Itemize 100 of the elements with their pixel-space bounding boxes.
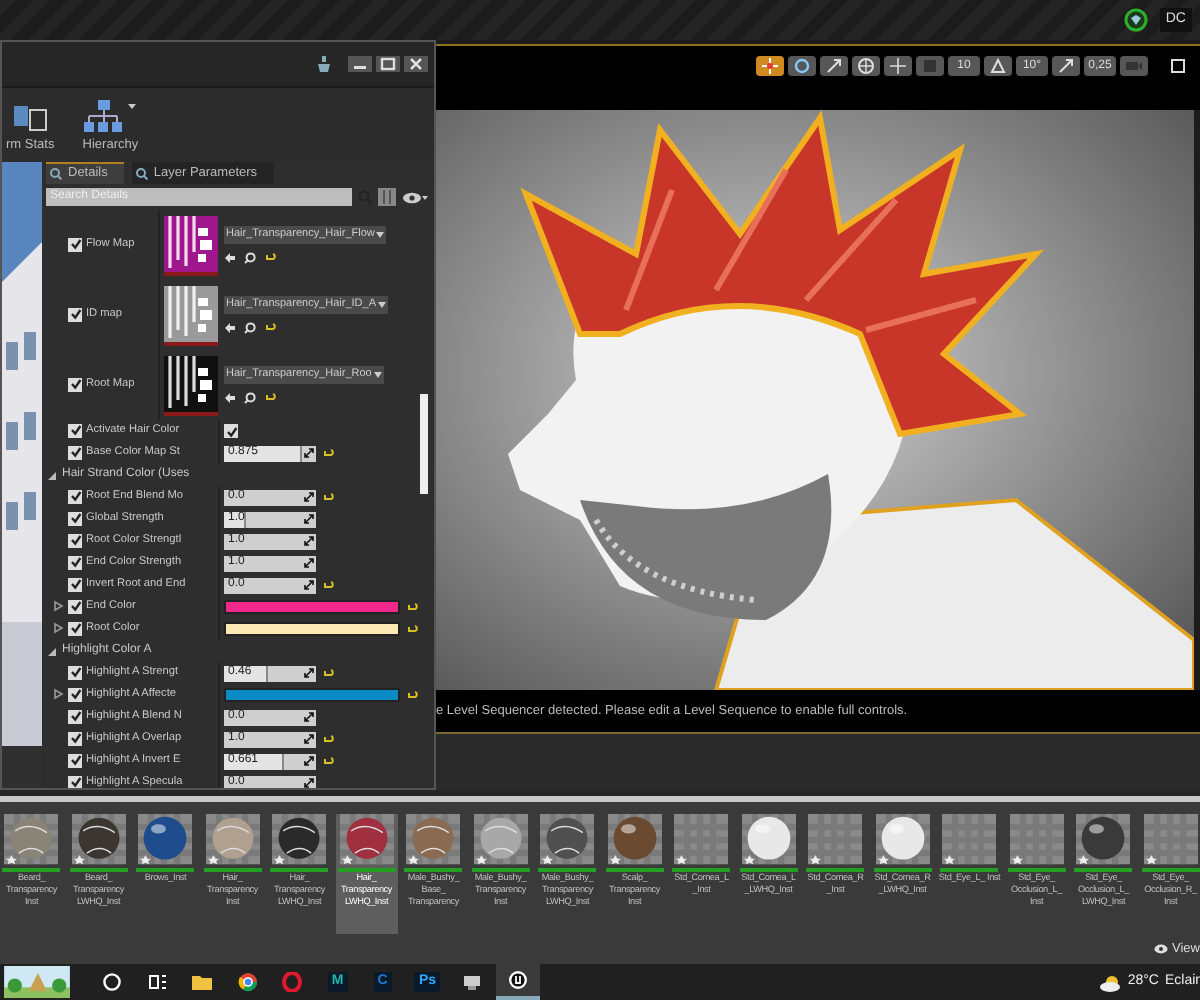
ring-icon	[282, 972, 303, 992]
drag-handle-icon[interactable]	[304, 491, 314, 501]
checkbox[interactable]	[68, 489, 82, 504]
arrow-left-icon[interactable]	[224, 252, 236, 264]
checkbox[interactable]	[224, 424, 238, 438]
expand-arrow-icon[interactable]	[46, 645, 58, 657]
taskbar-button[interactable]	[495, 964, 540, 1000]
checkbox[interactable]	[68, 423, 82, 438]
rotate-icon	[792, 56, 812, 76]
expand-arrow-icon[interactable]	[46, 469, 58, 481]
reset-icon[interactable]	[322, 447, 334, 459]
checkbox[interactable]	[68, 511, 82, 526]
camera-icon	[1124, 56, 1144, 76]
expand-arrow-icon[interactable]	[52, 600, 64, 613]
drag-handle-icon[interactable]	[304, 667, 314, 677]
drag-handle-icon[interactable]	[304, 557, 314, 567]
expand-arrow-icon[interactable]	[52, 688, 64, 701]
arrow-left-icon[interactable]	[224, 322, 236, 334]
browse-icon[interactable]	[244, 252, 256, 264]
toolbar-button[interactable]	[1052, 56, 1080, 76]
checkbox[interactable]	[68, 555, 82, 570]
snap-icon	[888, 56, 908, 76]
folder-icon	[192, 972, 213, 992]
drag-handle-icon[interactable]	[304, 513, 314, 523]
checkbox[interactable]	[68, 753, 82, 768]
drag-handle-icon[interactable]	[304, 777, 314, 787]
toolbar-button[interactable]	[820, 56, 848, 76]
angle-icon	[988, 56, 1008, 76]
reset-icon[interactable]	[322, 579, 334, 591]
maximize-icon	[376, 56, 400, 72]
scale-snap-icon	[1056, 56, 1076, 76]
toolbar-button[interactable]	[884, 56, 912, 76]
drag-handle-icon[interactable]	[304, 755, 314, 765]
reset-icon[interactable]	[322, 667, 334, 679]
caret-icon	[373, 372, 382, 378]
checkbox[interactable]	[68, 775, 82, 788]
reset-icon[interactable]	[264, 322, 276, 334]
reset-icon[interactable]	[406, 689, 418, 701]
asset-thumbnail	[940, 814, 999, 872]
color-swatch[interactable]	[224, 688, 400, 702]
eye-icon[interactable]	[402, 189, 430, 205]
drag-handle-icon[interactable]	[304, 711, 314, 721]
drag-handle-icon[interactable]	[304, 579, 314, 589]
color-swatch[interactable]	[224, 600, 400, 614]
checkbox[interactable]	[68, 709, 82, 724]
checkbox[interactable]	[68, 237, 82, 252]
caret-icon	[378, 302, 386, 308]
magnifier-icon	[50, 168, 62, 180]
weather-icon[interactable]	[1099, 973, 1122, 991]
asset-thumbnail	[672, 814, 731, 872]
search-icon	[102, 972, 123, 992]
checkbox[interactable]	[68, 533, 82, 548]
toolbar-button[interactable]	[788, 56, 816, 76]
gem-icon[interactable]	[1123, 8, 1148, 32]
reset-icon[interactable]	[322, 491, 334, 503]
checkbox[interactable]	[68, 665, 82, 680]
move-icon	[760, 56, 780, 76]
taskbar-button[interactable]	[0, 964, 74, 1000]
checkbox[interactable]	[68, 377, 82, 392]
task-view-icon	[147, 972, 168, 992]
caret-icon[interactable]	[126, 100, 139, 113]
checkbox[interactable]	[68, 687, 82, 702]
drag-handle-icon[interactable]	[304, 447, 314, 457]
asset-thumbnail	[1141, 814, 1200, 872]
magnifier-icon	[135, 167, 148, 179]
asset-thumbnail	[1007, 814, 1066, 872]
checkbox[interactable]	[68, 599, 82, 614]
checkbox[interactable]	[68, 445, 82, 460]
reset-icon[interactable]	[264, 252, 276, 264]
asset-thumbnail	[806, 814, 865, 872]
toolbar-button[interactable]	[756, 56, 784, 76]
arrow-left-icon[interactable]	[224, 392, 236, 404]
drag-handle-icon[interactable]	[304, 535, 314, 545]
caret-icon	[376, 232, 385, 238]
reset-icon[interactable]	[322, 755, 334, 767]
hierarchy-icon	[82, 100, 127, 133]
printer-icon	[462, 972, 483, 992]
reset-icon[interactable]	[406, 601, 418, 613]
reset-icon[interactable]	[406, 623, 418, 635]
monitor-icon	[12, 104, 49, 133]
reset-icon[interactable]	[264, 392, 276, 404]
expand-arrow-icon[interactable]	[52, 622, 64, 635]
checkbox[interactable]	[68, 731, 82, 746]
checkbox[interactable]	[68, 307, 82, 322]
color-swatch[interactable]	[224, 622, 400, 636]
close-button[interactable]	[404, 56, 428, 72]
maximize-button[interactable]	[376, 56, 400, 72]
toolbar-button[interactable]	[984, 56, 1012, 76]
reset-icon[interactable]	[322, 733, 334, 745]
browse-icon[interactable]	[244, 322, 256, 334]
toolbar-button[interactable]	[852, 56, 880, 76]
browse-icon[interactable]	[244, 392, 256, 404]
unreal-icon	[507, 970, 528, 990]
scrollbar-thumb[interactable]	[420, 394, 428, 494]
minimize-button[interactable]	[348, 56, 372, 72]
browser-icon	[237, 972, 258, 992]
checkbox[interactable]	[68, 577, 82, 592]
drag-handle-icon[interactable]	[304, 733, 314, 743]
checkbox[interactable]	[68, 621, 82, 636]
eye-icon	[1154, 944, 1169, 954]
